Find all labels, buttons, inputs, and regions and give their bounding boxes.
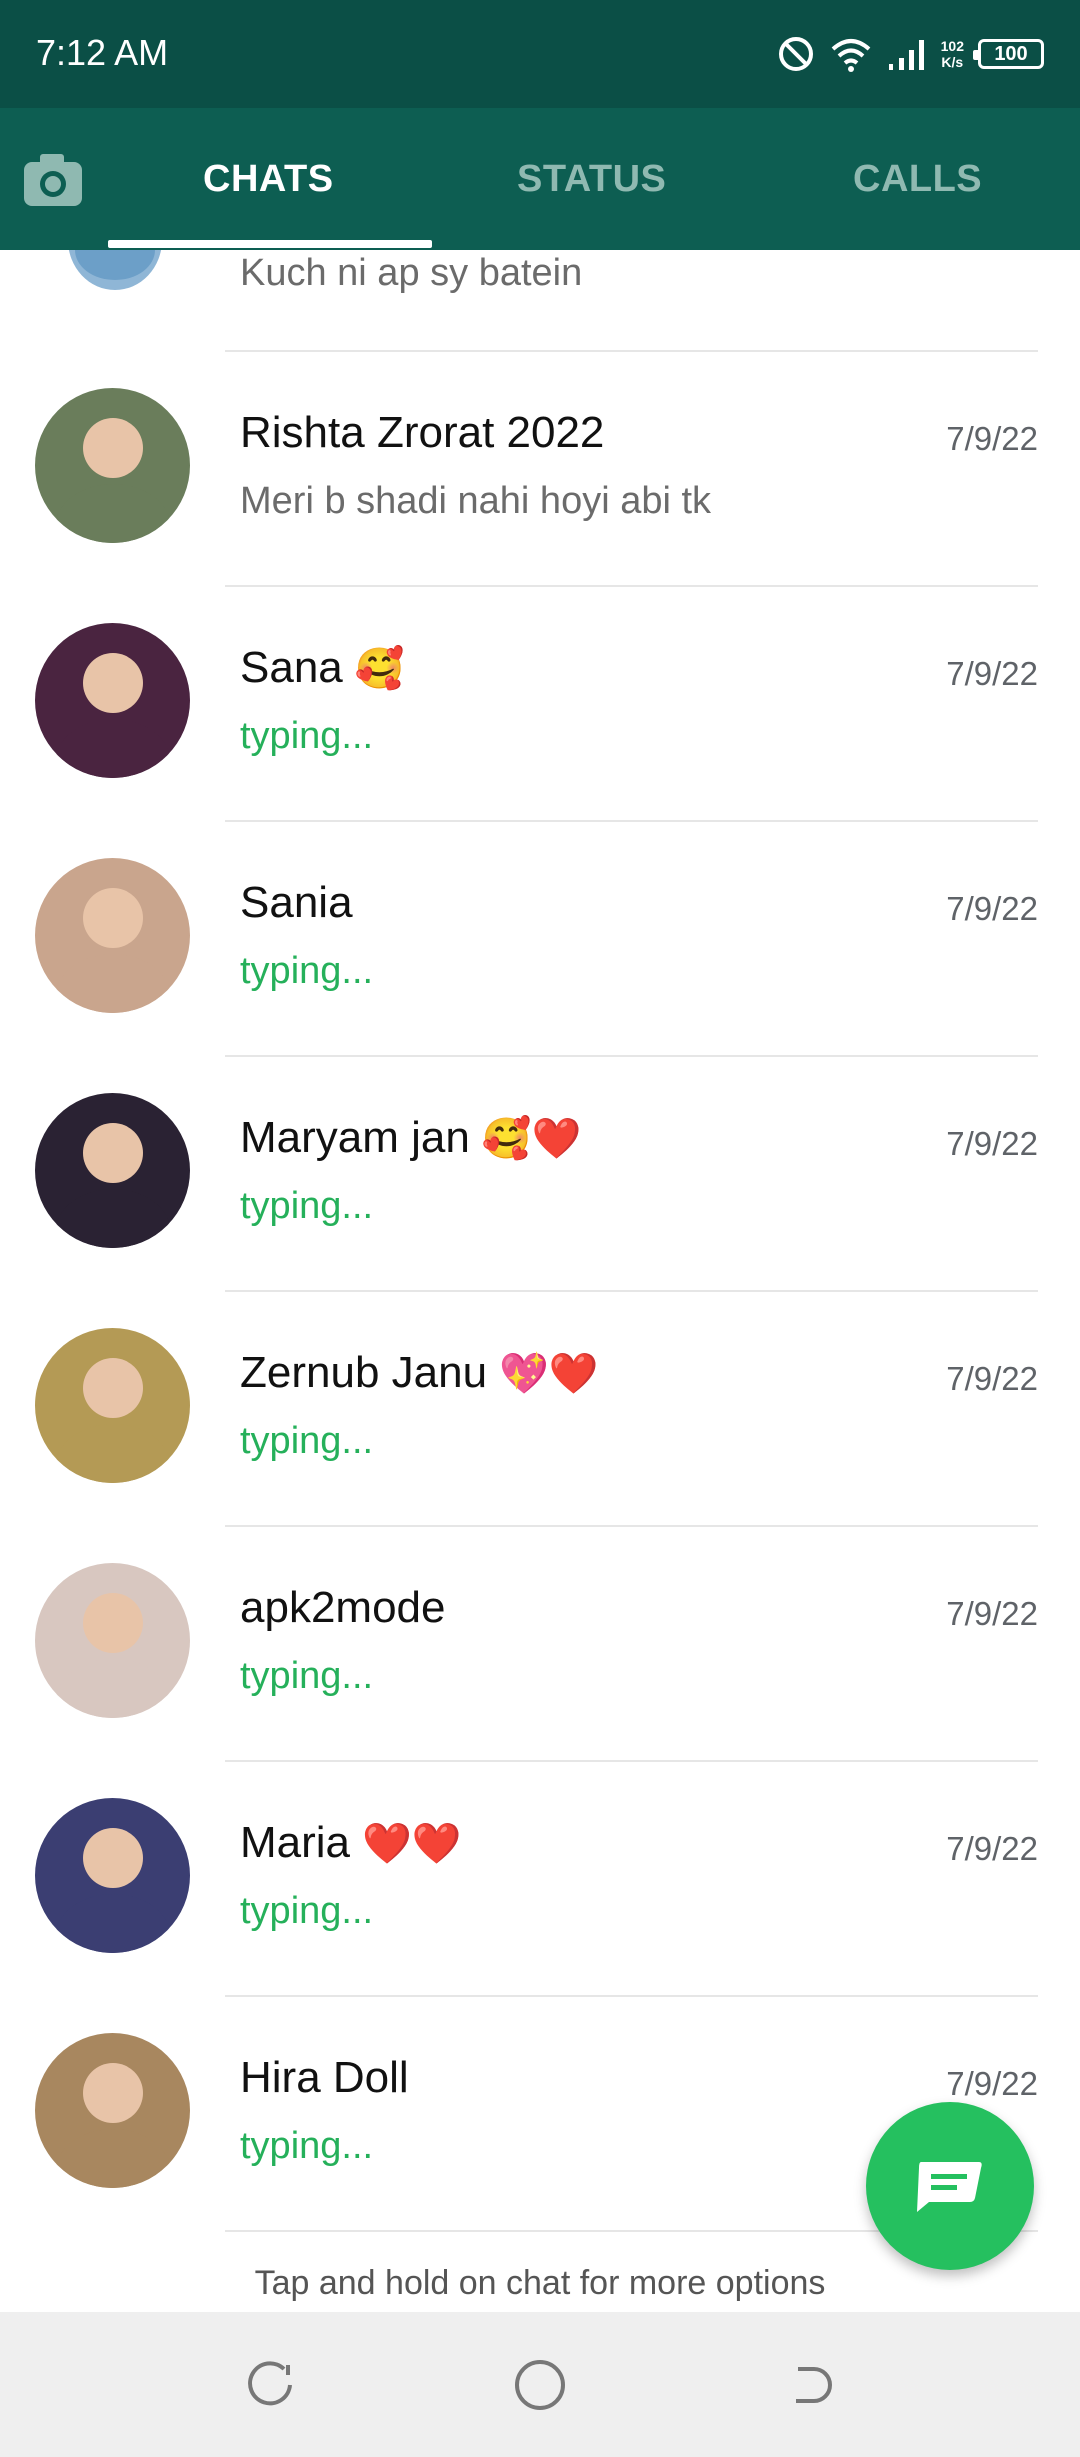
- chat-row[interactable]: Maryam jan 🥰❤️ 7/9/22 typing...: [0, 1057, 1080, 1292]
- typing-indicator: typing...: [240, 2125, 374, 2167]
- signal-icon: [888, 40, 924, 70]
- chat-subtitle: Kuch ni ap sy batein: [240, 252, 583, 294]
- back-icon: [796, 2367, 832, 2403]
- battery-level: 100: [994, 42, 1028, 65]
- chat-name-line: Rishta Zrorat 2022: [240, 408, 604, 458]
- chat-row[interactable]: Zernub Janu 💖❤️ 7/9/22 typing...: [0, 1292, 1080, 1527]
- typing-indicator: typing...: [240, 715, 374, 757]
- chat-row[interactable]: Rishta Zrorat 2022 7/9/22 Meri b shadi nah…: [0, 352, 1080, 587]
- chat-name-line: Zernub Janu 💖❤️: [240, 1348, 599, 1398]
- chat-date: 7/9/22: [946, 890, 1038, 927]
- chat-row[interactable]: Maria ❤️❤️ 7/9/22 typing...: [0, 1762, 1080, 1997]
- typing-indicator: typing...: [240, 1890, 374, 1932]
- hint-text: Tap and hold on chat for more options: [254, 2264, 826, 2302]
- typing-indicator: typing...: [240, 1655, 374, 1697]
- avatar[interactable]: [35, 388, 190, 543]
- chat-subtitle: Meri b shadi nahi hoyi abi tk: [240, 480, 712, 522]
- tab-chats[interactable]: CHATS: [203, 158, 334, 201]
- chat-name-line: Sana 🥰: [240, 643, 405, 693]
- chat-date: 7/9/22: [946, 2065, 1038, 2102]
- chat-row[interactable]: apk2mode 7/9/22 typing...: [0, 1527, 1080, 1762]
- new-chat-icon: [917, 2162, 982, 2212]
- chat-name-line: Maria ❤️❤️: [240, 1818, 462, 1868]
- chat-date: 7/9/22: [946, 1360, 1038, 1397]
- chat-list[interactable]: Kuch ni ap sy batein Rishta Zrorat 2022 7…: [0, 250, 1080, 2312]
- chat-name-line: Hira Doll: [240, 2053, 409, 2103]
- avatar[interactable]: [35, 623, 190, 778]
- avatar[interactable]: [35, 2033, 190, 2188]
- chat-name: Rishta Zrorat 2022: [240, 408, 605, 457]
- avatar[interactable]: [68, 250, 162, 290]
- typing-indicator: typing...: [240, 950, 374, 992]
- avatar[interactable]: [35, 1563, 190, 1718]
- recent-apps-icon: [248, 2361, 292, 2406]
- chat-name: apk2mode: [240, 1583, 446, 1632]
- typing-indicator: typing...: [240, 1185, 374, 1227]
- back-button[interactable]: [777, 2352, 843, 2418]
- chat-name-emoji: 🥰❤️: [481, 1116, 582, 1162]
- speed-unit: K/s: [941, 54, 964, 70]
- chat-date: 7/9/22: [946, 1830, 1038, 1867]
- dnd-icon: [778, 37, 813, 71]
- chat-date: 7/9/22: [946, 1125, 1038, 1162]
- tab-bar: CHATS STATUS CALLS: [0, 108, 1080, 250]
- chat-date: 7/9/22: [946, 655, 1038, 692]
- home-button[interactable]: [507, 2352, 573, 2418]
- chat-name: Maryam jan: [240, 1113, 470, 1162]
- chat-date: 7/9/22: [946, 420, 1038, 457]
- tab-calls[interactable]: CALLS: [853, 158, 982, 201]
- chat-name: Zernub Janu: [240, 1348, 488, 1397]
- chat-name-emoji: ❤️❤️: [362, 1821, 462, 1867]
- camera-icon[interactable]: [22, 152, 84, 208]
- network-speed: 102 K/s: [941, 38, 964, 70]
- chat-name-line: Sania: [240, 878, 353, 928]
- avatar[interactable]: [35, 1328, 190, 1483]
- chat-name: Maria: [240, 1818, 351, 1867]
- system-nav-bar: [0, 2312, 1080, 2457]
- tab-status[interactable]: STATUS: [517, 158, 666, 201]
- typing-indicator: typing...: [240, 1420, 374, 1462]
- status-time: 7:12 AM: [36, 32, 169, 73]
- chat-name: Hira Doll: [240, 2053, 409, 2102]
- status-icons: 102 K/s 100: [777, 26, 1044, 82]
- avatar[interactable]: [35, 1093, 190, 1248]
- chat-name-emoji: 🥰: [354, 646, 405, 692]
- avatar[interactable]: [35, 858, 190, 1013]
- wifi-icon: [831, 39, 870, 72]
- avatar[interactable]: [35, 1798, 190, 1953]
- chat-date: 7/9/22: [946, 1595, 1038, 1632]
- chat-name: Sana: [240, 643, 343, 692]
- home-icon: [515, 2360, 565, 2410]
- speed-value: 102: [940, 38, 964, 54]
- chat-name-emoji: 💖❤️: [499, 1351, 599, 1397]
- battery-icon: 100: [973, 39, 1044, 69]
- chat-name-line: apk2mode: [240, 1583, 445, 1633]
- chat-row-partial[interactable]: Kuch ni ap sy batein: [0, 250, 1080, 352]
- chat-name-line: Maryam jan 🥰❤️: [240, 1113, 581, 1163]
- recent-apps-button[interactable]: [237, 2352, 303, 2418]
- chat-row[interactable]: Sania 7/9/22 typing...: [0, 822, 1080, 1057]
- new-chat-button[interactable]: [866, 2102, 1034, 2270]
- status-bar: 7:12 AM 102 K/s 100: [0, 0, 1080, 108]
- chat-name: Sania: [240, 878, 353, 927]
- active-tab-indicator: [108, 240, 432, 248]
- chat-row[interactable]: Sana 🥰 7/9/22 typing...: [0, 587, 1080, 822]
